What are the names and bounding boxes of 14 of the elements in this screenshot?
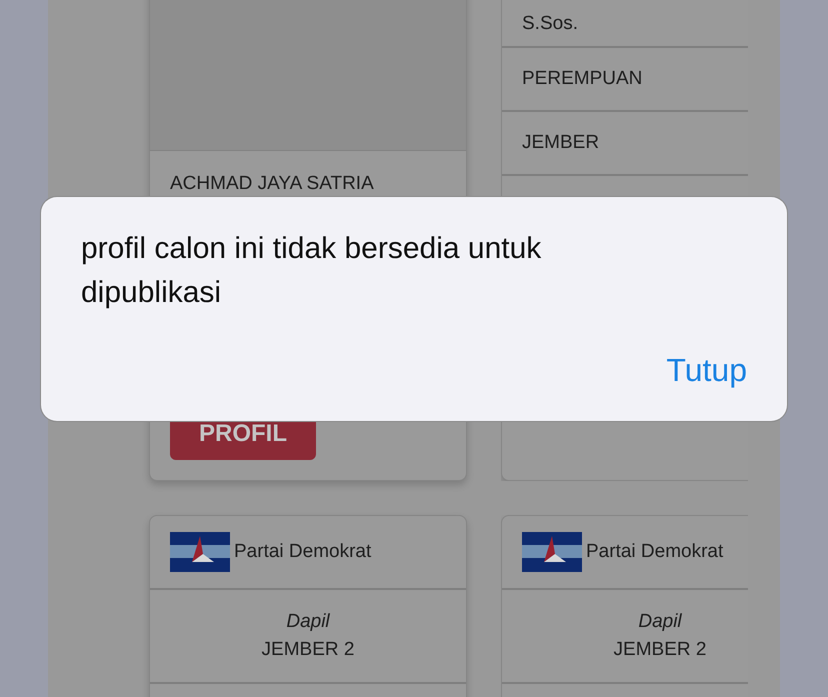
detail-row: PEREMPUAN bbox=[502, 48, 748, 112]
candidate-name: ACHMAD JAYA SATRIA bbox=[169, 172, 375, 196]
party-logo-icon bbox=[522, 532, 582, 572]
party-logo-icon bbox=[170, 532, 230, 572]
dapil-label: Dapil bbox=[638, 611, 682, 633]
dapil-value: JEMBER 2 bbox=[614, 639, 706, 661]
party-name: Partai Demokrat bbox=[234, 541, 372, 563]
dialog-message: profil calon ini tidak bersedia untuk dipublikasi bbox=[81, 231, 542, 311]
detail-row: S.Sos. bbox=[502, 0, 748, 48]
dapil-value: JEMBER 2 bbox=[262, 639, 354, 661]
party-name: Partai Demokrat bbox=[586, 541, 724, 563]
detail-row: JEMBER bbox=[502, 112, 748, 176]
close-button[interactable]: Tutup bbox=[666, 352, 747, 389]
dapil-label: Dapil bbox=[286, 611, 330, 633]
